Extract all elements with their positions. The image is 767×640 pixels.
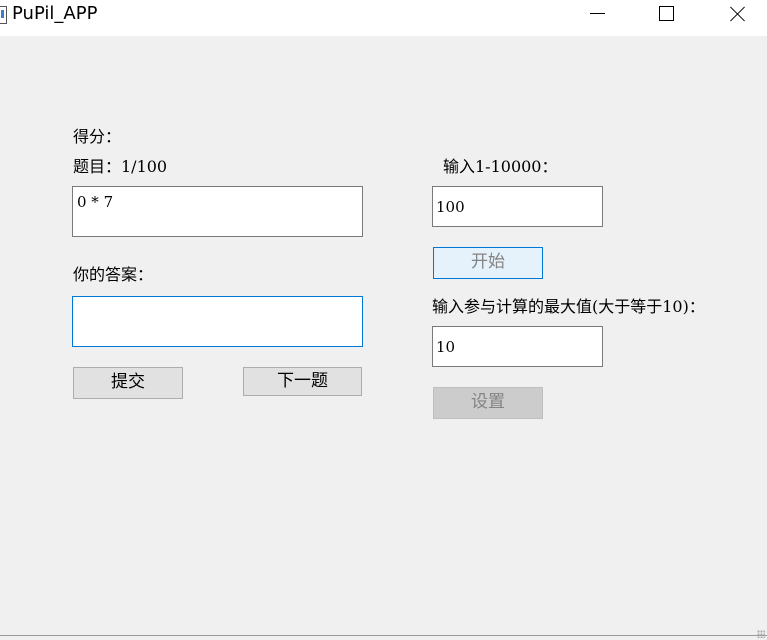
next-question-button[interactable]: 下一题 (243, 367, 362, 396)
max-value-input[interactable]: 10 (432, 326, 603, 367)
set-button[interactable]: 设置 (433, 387, 543, 419)
app-icon (0, 6, 7, 24)
question-field[interactable]: 0 * 7 (72, 186, 363, 237)
count-input[interactable]: 100 (432, 186, 603, 227)
close-button[interactable] (714, 0, 760, 30)
question-label: 题目：1/100 (73, 157, 168, 176)
submit-button[interactable]: 提交 (73, 367, 183, 399)
resize-grip-icon[interactable] (757, 630, 765, 638)
window-title: PuPil_APP (12, 3, 98, 24)
minimize-button[interactable] (574, 0, 620, 30)
max-value-label: 输入参与计算的最大值(大于等于10)： (432, 297, 705, 316)
start-button[interactable]: 开始 (433, 247, 543, 279)
score-label: 得分： (73, 127, 122, 146)
answer-input[interactable] (72, 296, 363, 347)
count-label: 输入1-10000： (443, 157, 558, 176)
answer-label: 你的答案： (73, 265, 154, 284)
title-bar: PuPil_APP (0, 0, 767, 36)
window-bottom-border (0, 635, 767, 636)
maximize-button[interactable] (644, 0, 690, 30)
